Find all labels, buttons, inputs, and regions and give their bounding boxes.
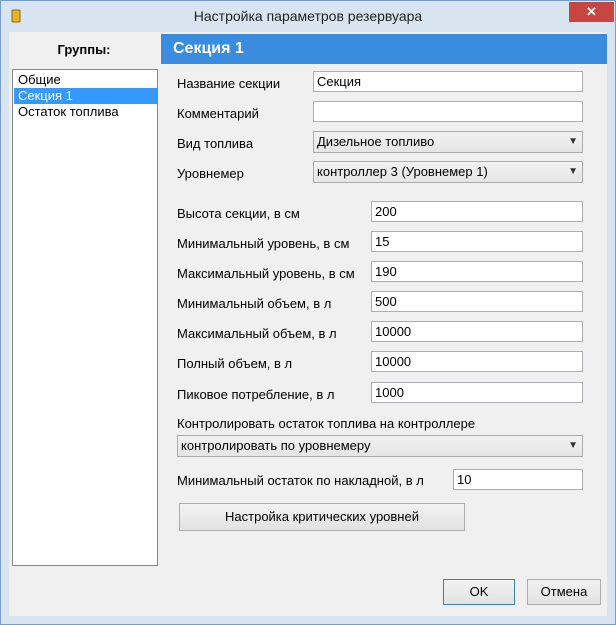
peak-input[interactable]: 1000 <box>371 382 583 403</box>
level-gauge-select[interactable]: контроллер 3 (Уровнемер 1) ▼ <box>313 161 583 183</box>
fuel-type-value: Дизельное топливо <box>317 134 435 149</box>
min-level-label: Минимальный уровень, в см <box>177 236 350 251</box>
ok-button[interactable]: OK <box>443 579 515 605</box>
close-button[interactable]: ✕ <box>569 2 614 22</box>
min-residue-input[interactable]: 10 <box>453 469 583 490</box>
min-volume-label: Минимальный объем, в л <box>177 296 332 311</box>
peak-label: Пиковое потребление, в л <box>177 387 335 402</box>
height-input[interactable]: 200 <box>371 201 583 222</box>
max-volume-input[interactable]: 10000 <box>371 321 583 342</box>
control-value: контролировать по уровнемеру <box>181 438 371 453</box>
control-label: Контролировать остаток топлива на контро… <box>177 416 476 431</box>
max-volume-label: Максимальный объем, в л <box>177 326 337 341</box>
full-volume-label: Полный объем, в л <box>177 356 293 371</box>
level-gauge-value: контроллер 3 (Уровнемер 1) <box>317 164 488 179</box>
chevron-down-icon: ▼ <box>568 136 578 147</box>
min-volume-input[interactable]: 500 <box>371 291 583 312</box>
control-select[interactable]: контролировать по уровнемеру ▼ <box>177 435 583 457</box>
groups-list[interactable]: Общие Секция 1 Остаток топлива <box>12 69 158 566</box>
section-name-label: Название секции <box>177 76 281 91</box>
critical-levels-button[interactable]: Настройка критических уровней <box>179 503 465 531</box>
groups-item-general[interactable]: Общие <box>14 72 158 88</box>
full-volume-input[interactable]: 10000 <box>371 351 583 372</box>
cancel-button[interactable]: Отмена <box>527 579 601 605</box>
min-level-input[interactable]: 15 <box>371 231 583 252</box>
comment-input[interactable] <box>313 101 583 122</box>
comment-label: Комментарий <box>177 106 259 121</box>
section-header: Секция 1 <box>161 34 607 64</box>
level-gauge-label: Уровнемер <box>177 166 244 181</box>
chevron-down-icon: ▼ <box>568 440 578 451</box>
max-level-input[interactable]: 190 <box>371 261 583 282</box>
section-name-input[interactable]: Секция <box>313 71 583 92</box>
chevron-down-icon: ▼ <box>568 166 578 177</box>
groups-item-fuel-residue[interactable]: Остаток топлива <box>14 104 158 120</box>
height-label: Высота секции, в см <box>177 206 300 221</box>
min-residue-label: Минимальный остаток по накладной, в л <box>177 473 424 488</box>
fuel-type-label: Вид топлива <box>177 136 254 151</box>
max-level-label: Максимальный уровень, в см <box>177 266 355 281</box>
groups-label: Группы: <box>57 42 111 57</box>
groups-item-section-1[interactable]: Секция 1 <box>14 88 158 104</box>
fuel-type-select[interactable]: Дизельное топливо ▼ <box>313 131 583 153</box>
client-area: Группы: Общие Секция 1 Остаток топлива С… <box>9 32 607 616</box>
window-title: Настройка параметров резервуара <box>193 8 423 24</box>
title-bar[interactable]: Настройка параметров резервуара ✕ <box>1 1 615 31</box>
dialog-window: Настройка параметров резервуара ✕ Группы… <box>0 0 616 625</box>
